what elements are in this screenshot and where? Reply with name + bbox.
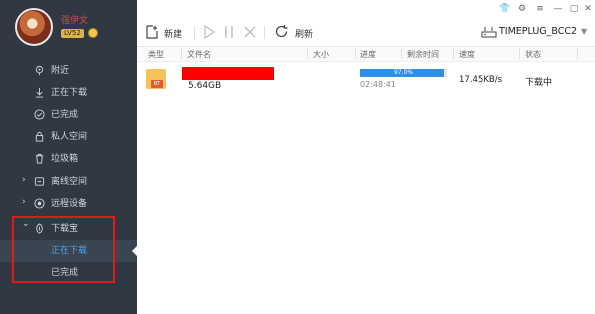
new-file-icon <box>146 25 158 39</box>
table-header: 类型 文件名 大小 进度 剩余时间 速度 状态 <box>137 46 595 62</box>
column-divider[interactable] <box>577 48 578 59</box>
column-header-progress[interactable]: 进度 <box>360 49 376 60</box>
column-header-status[interactable]: 状态 <box>525 49 541 60</box>
sidebar-item-label: 垃圾箱 <box>51 154 79 164</box>
skin-icon[interactable]: 👕 <box>499 4 510 14</box>
refresh-icon <box>275 25 288 38</box>
progress-text: 97.0% <box>393 69 414 76</box>
username[interactable]: 强伊文 <box>61 13 88 26</box>
sidebar-item-trash[interactable]: 垃圾箱 <box>0 148 137 170</box>
sidebar-item-label: 远程设备 <box>51 199 88 209</box>
sidebar-item-offline-space[interactable]: › 离线空间 <box>0 171 137 193</box>
column-divider[interactable] <box>519 48 520 59</box>
remote-device-icon <box>34 198 45 209</box>
device-name: TIMEPLUG_BCC2 <box>499 26 578 37</box>
sidebar-item-label: 私人空间 <box>51 132 88 142</box>
level-badge: LV52 <box>61 29 84 38</box>
check-circle-icon <box>34 109 45 120</box>
column-divider[interactable] <box>307 48 308 59</box>
sidebar-item-completed[interactable]: 已完成 <box>0 104 137 126</box>
pause-icon[interactable] <box>223 24 235 40</box>
lock-icon <box>35 131 44 142</box>
column-divider[interactable] <box>401 48 402 59</box>
minimize-icon[interactable]: — <box>553 4 563 14</box>
settings-icon[interactable]: ⚙ <box>517 4 527 14</box>
column-header-type[interactable]: 类型 <box>148 49 164 60</box>
delete-icon[interactable] <box>243 24 257 40</box>
sidebar: 强伊文 LV52 附近 正在下载 已完成 私人空间 垃圾箱 › 离线空间 › 远… <box>0 0 137 314</box>
sidebar-item-nearby[interactable]: 附近 <box>0 60 137 82</box>
table-row[interactable]: BT 5.64GB 97.0% 02:48:41 17.45KB/s 下载中 <box>137 62 595 94</box>
refresh-button[interactable]: 刷新 <box>274 24 318 40</box>
column-header-filename[interactable]: 文件名 <box>187 49 211 60</box>
device-selector[interactable]: TIMEPLUG_BCC2 ▼ <box>481 24 593 40</box>
highlight-annotation-box <box>12 216 115 283</box>
remaining-time: 02:48:41 <box>360 80 396 89</box>
refresh-label: 刷新 <box>295 30 314 40</box>
play-icon[interactable] <box>203 24 215 40</box>
sidebar-item-label: 已完成 <box>51 110 79 120</box>
file-size: 5.64GB <box>188 81 222 91</box>
toolbar-divider <box>264 26 265 39</box>
expand-caret-icon[interactable]: › <box>22 175 26 185</box>
column-divider[interactable] <box>181 48 182 59</box>
toolbar: 👕 ⚙ ≡ — ▢ ✕ 新建 刷新 TIMEPLUG_BCC2 ▼ <box>137 0 595 46</box>
file-name-redacted <box>182 67 274 80</box>
router-icon <box>481 27 497 38</box>
task-status: 下载中 <box>525 78 553 88</box>
column-divider[interactable] <box>453 48 454 59</box>
new-task-label: 新建 <box>164 30 183 40</box>
sidebar-item-label: 附近 <box>51 66 70 76</box>
cloud-box-icon <box>34 177 45 186</box>
column-header-size[interactable]: 大小 <box>313 49 329 60</box>
window-controls: 👕 ⚙ ≡ — ▢ ✕ <box>499 4 592 16</box>
active-indicator-arrow <box>132 246 137 256</box>
column-divider[interactable] <box>355 48 356 59</box>
dropdown-arrow-icon: ▼ <box>581 27 588 36</box>
download-icon <box>35 87 44 98</box>
sidebar-item-private-space[interactable]: 私人空间 <box>0 126 137 148</box>
column-header-speed[interactable]: 速度 <box>459 49 475 60</box>
sidebar-item-label: 离线空间 <box>51 177 88 187</box>
close-icon[interactable]: ✕ <box>583 4 593 14</box>
sidebar-item-label: 正在下载 <box>51 88 88 98</box>
new-task-button[interactable]: 新建 <box>145 24 189 40</box>
medal-icon[interactable] <box>88 28 98 38</box>
menu-icon[interactable]: ≡ <box>535 4 545 14</box>
progress-bar: 97.0% <box>360 69 447 77</box>
download-speed: 17.45KB/s <box>459 75 503 85</box>
bt-badge: BT <box>151 80 163 88</box>
sidebar-item-remote-device[interactable]: › 远程设备 <box>0 193 137 215</box>
bt-file-icon: BT <box>146 69 166 89</box>
trash-icon <box>35 153 44 164</box>
toolbar-divider <box>194 26 195 39</box>
sidebar-item-downloading[interactable]: 正在下载 <box>0 82 137 104</box>
avatar[interactable] <box>15 8 53 46</box>
location-icon <box>35 65 44 76</box>
column-header-remaining-time[interactable]: 剩余时间 <box>407 49 439 60</box>
profile-panel: 强伊文 LV52 <box>0 0 137 58</box>
maximize-icon[interactable]: ▢ <box>569 4 579 14</box>
expand-caret-icon[interactable]: › <box>22 197 26 207</box>
